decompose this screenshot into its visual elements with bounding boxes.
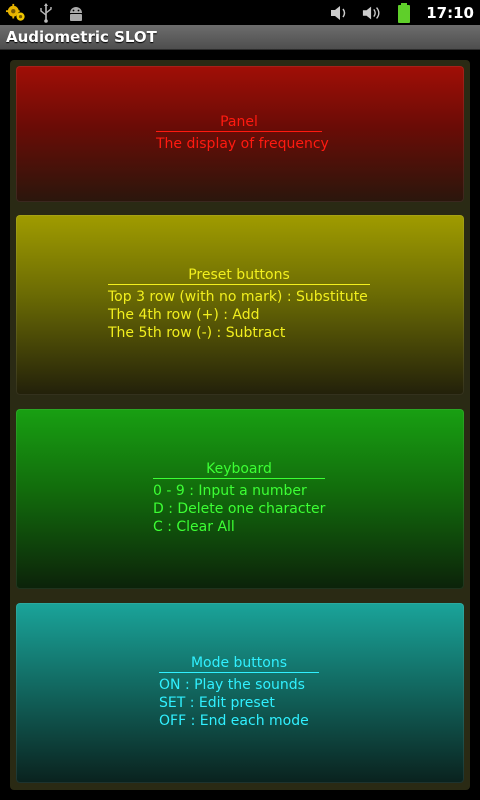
panel-preset-line: Top 3 row (with no mark) : Substitute	[108, 289, 368, 305]
battery-icon	[394, 2, 414, 23]
panel-mode-line: SET : Edit preset	[159, 695, 275, 711]
panel-keyboard-line: D : Delete one character	[153, 501, 326, 517]
settings-gears-icon	[6, 3, 26, 23]
app-title: Audiometric SLOT	[6, 28, 157, 46]
panel-mode-help: Mode buttons ON : Play the sounds SET : …	[16, 603, 464, 783]
panel-keyboard-line: 0 - 9 : Input a number	[153, 483, 307, 499]
panel-display-text: Panel The display of frequency	[156, 114, 329, 153]
panel-preset-line: The 5th row (-) : Subtract	[108, 325, 286, 341]
panel-keyboard-help: Keyboard 0 - 9 : Input a number D : Dele…	[16, 409, 464, 589]
panel-display-heading: Panel	[156, 114, 322, 132]
panel-display-line: The display of frequency	[156, 136, 329, 152]
panel-preset-line: The 4th row (+) : Add	[108, 307, 260, 323]
help-container: Panel The display of frequency Preset bu…	[10, 60, 470, 790]
panel-keyboard-text: Keyboard 0 - 9 : Input a number D : Dele…	[153, 461, 325, 536]
app-title-bar: Audiometric SLOT	[0, 25, 480, 50]
panel-mode-line: ON : Play the sounds	[159, 677, 305, 693]
usb-icon	[36, 2, 56, 23]
status-bar: 17:10	[0, 0, 480, 25]
panel-display-help: Panel The display of frequency	[16, 66, 464, 202]
panel-preset-text: Preset buttons Top 3 row (with no mark) …	[108, 267, 370, 342]
panel-mode-text: Mode buttons ON : Play the sounds SET : …	[159, 655, 319, 730]
android-debug-icon	[66, 3, 86, 23]
volume-icon	[330, 3, 350, 23]
panel-keyboard-line: C : Clear All	[153, 519, 235, 535]
panel-keyboard-heading: Keyboard	[153, 461, 325, 479]
panel-mode-heading: Mode buttons	[159, 655, 319, 673]
panel-mode-line: OFF : End each mode	[159, 713, 309, 729]
status-time: 17:10	[426, 3, 474, 22]
ringer-volume-icon	[362, 3, 382, 23]
panel-preset-heading: Preset buttons	[108, 267, 370, 285]
panel-preset-help: Preset buttons Top 3 row (with no mark) …	[16, 215, 464, 395]
